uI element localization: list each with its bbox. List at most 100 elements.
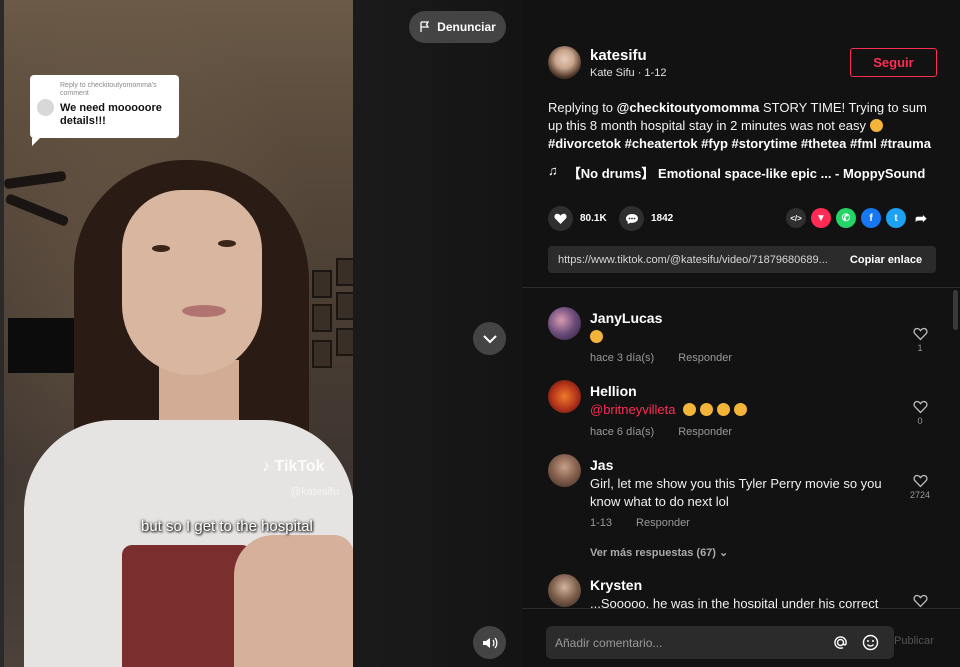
- heart-outline-icon: [912, 327, 928, 341]
- post-description: Replying to @checkitoutyomomma STORY TIM…: [548, 99, 938, 153]
- comment-author[interactable]: JanyLucas: [590, 310, 662, 326]
- comment-meta: hace 3 día(s) Responder: [590, 352, 732, 364]
- comment-avatar[interactable]: [548, 454, 581, 487]
- emoji-picker-icon[interactable]: [862, 634, 879, 651]
- heart-icon: [548, 206, 573, 231]
- comment-time: hace 6 día(s): [590, 426, 655, 438]
- comment-avatar[interactable]: [548, 380, 581, 413]
- share-icons: </> ▼ ✆ f t ➦: [786, 208, 931, 228]
- more-replies-label: Ver más respuestas (67): [590, 547, 716, 559]
- reply-meta: Reply to checkitoutyomomma's comment: [60, 82, 157, 97]
- chevron-down-icon: ⌄: [719, 547, 729, 559]
- reply-link[interactable]: Responder: [636, 517, 690, 529]
- post-comment-button[interactable]: Publicar: [894, 635, 934, 647]
- relieved-emoji-icon: [869, 119, 883, 132]
- desc-hashtags[interactable]: #divorcetok #cheatertok #fyp #storytime …: [548, 136, 931, 151]
- comment-meta: hace 6 día(s) Responder: [590, 426, 732, 438]
- like-count: 80.1K: [580, 213, 607, 224]
- heart-outline-icon: [912, 400, 928, 414]
- follow-button[interactable]: Seguir: [850, 48, 937, 77]
- person-eye: [152, 245, 170, 252]
- tiktok-watermark: ♪ TikTok: [262, 458, 325, 476]
- heart-outline-icon: [912, 474, 928, 488]
- comment-like-count: 2724: [909, 490, 931, 500]
- author-username[interactable]: katesifu: [590, 47, 647, 64]
- music-note-icon: ♫: [548, 163, 558, 178]
- reply-link[interactable]: Responder: [678, 352, 732, 364]
- comment-text: [590, 328, 607, 346]
- comment-like-count: 0: [917, 416, 923, 426]
- emoji-icon: [700, 403, 714, 416]
- comment-like[interactable]: 1: [905, 327, 935, 353]
- section-divider: [522, 287, 960, 288]
- comment-mention[interactable]: @britneyvilleta: [590, 402, 675, 417]
- reply-avatar: [37, 99, 54, 116]
- person-mouth: [182, 305, 226, 317]
- comment-bubble-icon: [619, 206, 644, 231]
- emoji-icon: [734, 403, 748, 416]
- emoji-icon: [590, 330, 603, 343]
- mention-at-icon[interactable]: [832, 634, 849, 651]
- tiktok-note-icon: ♪: [262, 458, 270, 475]
- reply-link[interactable]: Responder: [678, 426, 732, 438]
- comment-input[interactable]: Añadir comentario...: [546, 626, 894, 659]
- comment-like[interactable]: 2724: [905, 474, 935, 500]
- ceiling-fan-image: [4, 165, 74, 227]
- comment-avatar[interactable]: [548, 574, 581, 607]
- report-label: Denunciar: [437, 20, 496, 34]
- comment-like[interactable]: 0: [905, 400, 935, 426]
- copy-link-box: https://www.tiktok.com/@katesifu/video/7…: [548, 246, 936, 273]
- copy-link-button[interactable]: Copiar enlace: [836, 254, 936, 266]
- video-player[interactable]: Reply to checkitoutyomomma's comment We …: [0, 0, 522, 667]
- heart-outline-icon: [912, 594, 928, 608]
- tv-image: [8, 318, 78, 373]
- watermark-username: @katesifu: [290, 486, 340, 498]
- report-button[interactable]: Denunciar: [409, 11, 506, 43]
- comment-placeholder: Añadir comentario...: [555, 635, 663, 650]
- person-top: [122, 545, 252, 667]
- reply-text: We need mooooore details!!!: [60, 102, 162, 127]
- send-to-friends-icon[interactable]: ▼: [811, 208, 831, 228]
- comments-scrollbar[interactable]: [953, 290, 958, 330]
- next-video-button[interactable]: [473, 322, 506, 355]
- twitter-icon[interactable]: t: [886, 208, 906, 228]
- comment-author[interactable]: Hellion: [590, 383, 637, 399]
- author-avatar[interactable]: [548, 46, 581, 79]
- comment-time: 1-13: [590, 517, 613, 529]
- author-subtitle: Kate Sifu · 1-12: [590, 67, 667, 79]
- comment-text: ...Sooooo, he was in the hospital under …: [590, 596, 879, 608]
- embed-icon[interactable]: </>: [786, 208, 806, 228]
- comment-meta: 1-13 Responder: [590, 517, 690, 529]
- comment-like-count: 1: [917, 343, 923, 353]
- comment-stat[interactable]: 1842: [619, 206, 673, 231]
- chevron-down-icon: [482, 334, 497, 343]
- comment-like[interactable]: [905, 594, 935, 608]
- music-link[interactable]: ♫ 【No drums】 Emotional space-like epic .…: [548, 163, 925, 182]
- reply-comment-sticker: Reply to checkitoutyomomma's comment We …: [30, 75, 179, 146]
- comment-author[interactable]: Jas: [590, 457, 613, 473]
- facebook-icon[interactable]: f: [861, 208, 881, 228]
- volume-icon: [482, 637, 497, 648]
- person-hands: [234, 535, 353, 667]
- emoji-icon: [717, 403, 731, 416]
- comment-author[interactable]: Krysten: [590, 577, 642, 593]
- emoji-icon: [683, 403, 697, 416]
- video-subtitle: but so I get to the hospital: [141, 518, 313, 535]
- music-title: 【No drums】 Emotional space-like epic ...…: [567, 166, 926, 181]
- video-link-url[interactable]: https://www.tiktok.com/@katesifu/video/7…: [548, 254, 836, 266]
- comment-avatar[interactable]: [548, 307, 581, 340]
- view-more-replies-button[interactable]: Ver más respuestas (67) ⌄: [590, 546, 728, 559]
- desc-prefix: Replying to: [548, 100, 614, 115]
- desc-mention[interactable]: @checkitoutyomomma: [617, 100, 760, 115]
- comment-count: 1842: [651, 213, 674, 224]
- watermark-text: TikTok: [274, 458, 325, 475]
- comment-time: hace 3 día(s): [590, 352, 655, 364]
- comment-text: Girl, let me show you this Tyler Perry m…: [590, 476, 882, 509]
- person-face: [122, 190, 262, 375]
- volume-button[interactable]: [473, 626, 506, 659]
- share-arrow-icon[interactable]: ➦: [911, 208, 931, 228]
- person-eye: [218, 240, 236, 247]
- flag-icon: [420, 21, 430, 32]
- whatsapp-icon[interactable]: ✆: [836, 208, 856, 228]
- like-stat[interactable]: 80.1K: [548, 206, 607, 231]
